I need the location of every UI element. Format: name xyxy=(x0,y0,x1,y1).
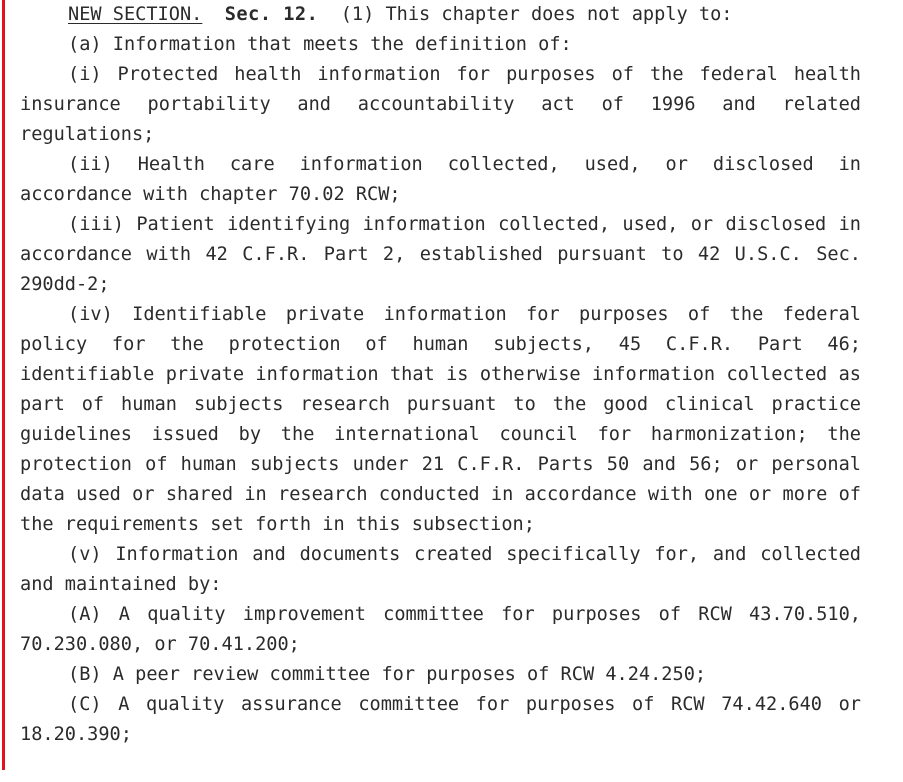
paragraph-iv: (iv) Identifiable private information fo… xyxy=(20,304,861,535)
bill-text-page: NEW SECTION. Sec. 12. (1) This chapter d… xyxy=(0,0,903,782)
legislative-change-bar xyxy=(2,0,5,770)
paragraph-v: (v) Information and documents created sp… xyxy=(20,544,861,595)
section-heading-paragraph: NEW SECTION. Sec. 12. (1) This chapter d… xyxy=(20,0,861,30)
heading-gap-1 xyxy=(202,4,224,25)
section-lead-in: (1) This chapter does not apply to: xyxy=(340,4,733,25)
paragraph-ii: (ii) Health care information collected, … xyxy=(20,154,861,205)
section-number: Sec. 12. xyxy=(224,4,319,25)
bill-text-column: NEW SECTION. Sec. 12. (1) This chapter d… xyxy=(20,0,861,750)
paragraph-a: (a) Information that meets the definitio… xyxy=(68,34,572,55)
paragraph-B: (B) A peer review committee for purposes… xyxy=(68,664,707,685)
paragraph-iii: (iii) Patient identifying information co… xyxy=(20,214,861,295)
paragraph-A: (A) A quality improvement committee for … xyxy=(20,604,861,655)
paragraph-C: (C) A quality assurance committee for pu… xyxy=(20,694,861,745)
new-section-label: NEW SECTION. xyxy=(68,4,203,25)
paragraph-i: (i) Protected health information for pur… xyxy=(20,64,861,145)
heading-gap-2 xyxy=(318,4,340,25)
